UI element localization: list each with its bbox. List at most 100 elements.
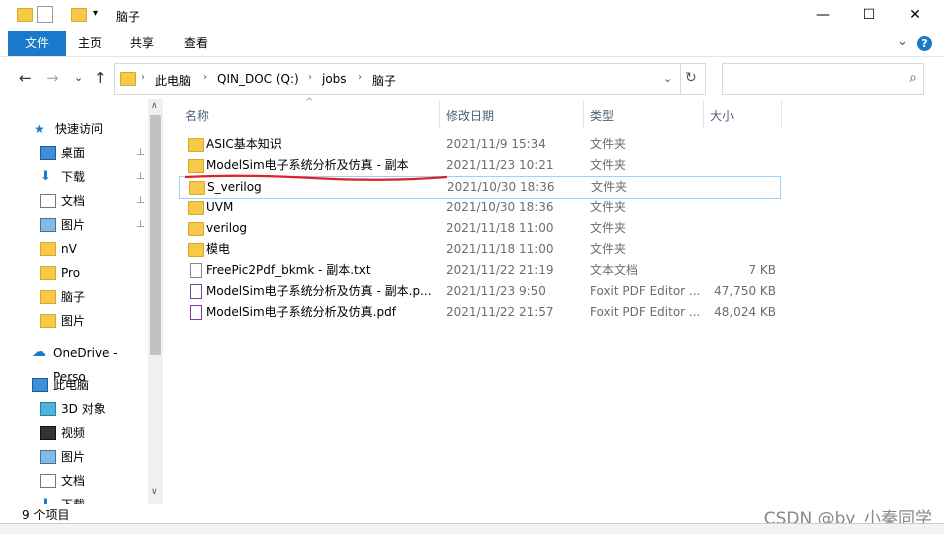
maximize-button[interactable]: ☐ [846,0,892,31]
file-type: 文件夹 [591,180,628,194]
sidebar-item[interactable]: 此电脑 [8,373,148,397]
folder-icon [40,266,56,280]
column-header-date[interactable]: 修改日期 [446,107,494,124]
cloud-icon: ☁ [32,344,46,360]
chevron-right-icon[interactable]: › [358,72,362,83]
breadcrumb-current[interactable]: 脑子 [372,72,396,89]
download-icon: ⬇ [40,493,54,504]
new-folder-icon[interactable] [71,8,87,22]
file-date: 2021/11/9 15:34 [446,137,546,151]
close-button[interactable]: ✕ [892,0,938,31]
sidebar-item[interactable]: 图片 ⊥ [8,213,148,237]
sidebar-item[interactable]: ⬇ 下载 ⊥ [8,165,148,189]
scroll-up-icon[interactable]: ∧ [151,101,158,111]
document-icon [40,474,56,488]
pin-icon[interactable]: ⊥ [136,213,145,237]
title-bar: ▾ 脑子 — ☐ ✕ [0,0,944,31]
refresh-button[interactable]: ↻ [679,63,706,95]
sidebar-item[interactable]: ☁ OneDrive - Perso [8,341,148,384]
search-input[interactable]: ⌕ [722,63,924,95]
sidebar-item[interactable]: 视频 [8,421,148,445]
file-name: ModelSim电子系统分析及仿真.pdf [206,305,396,319]
pin-icon[interactable]: ⊥ [136,141,145,165]
tab-file[interactable]: 文件 [8,31,66,56]
sidebar-item[interactable]: ⬇ 下载 [8,493,148,504]
tab-view[interactable]: 查看 [176,31,216,56]
navigation-pane-scrollbar[interactable]: ∧ ∨ [148,99,163,504]
sidebar-item[interactable]: 文档 [8,469,148,493]
file-list: ^ 名称 修改日期 类型 大小 ASIC基本知识 2021/11/9 15:34 文… [163,97,944,504]
table-row[interactable]: verilog 2021/11/18 11:00 文件夹 [179,218,779,239]
column-divider[interactable] [703,101,704,129]
sidebar-item-label: 文档 [61,194,86,208]
table-row[interactable]: ModelSim电子系统分析及仿真.pdf 2021/11/22 21:57 Fox… [179,302,779,323]
sidebar-item[interactable]: nV [8,237,148,261]
table-row[interactable]: 模电 2021/11/18 11:00 文件夹 [179,239,779,260]
chevron-right-icon[interactable]: › [308,72,312,83]
breadcrumb-jobs[interactable]: jobs [322,72,347,86]
table-row[interactable]: FreePic2Pdf_bkmk - 副本.txt 2021/11/22 21:1… [179,260,779,281]
breadcrumb-this-pc[interactable]: 此电脑 [155,72,191,89]
folder-icon [40,290,56,304]
pin-icon[interactable]: ⊥ [136,189,145,213]
tab-home[interactable]: 主页 [70,31,110,56]
sidebar-item-label: 桌面 [61,146,86,160]
scroll-down-icon[interactable]: ∨ [151,487,158,497]
address-dropdown-icon[interactable]: ⌄ [663,72,672,85]
table-row[interactable]: ASIC基本知识 2021/11/9 15:34 文件夹 [179,134,779,155]
address-bar[interactable]: › 此电脑 › QIN_DOC (Q:) › jobs › 脑子 ⌄ [114,63,681,95]
computer-icon [32,378,48,392]
table-row[interactable]: UVM 2021/10/30 18:36 文件夹 [179,197,779,218]
sidebar-item-label: 图片 [61,314,86,328]
expand-ribbon-icon[interactable]: ⌄ [897,34,908,49]
scrollbar-thumb[interactable] [150,115,161,355]
chevron-right-icon[interactable]: › [141,72,145,83]
navigation-bar: ← → ⌄ ↑ › 此电脑 › QIN_DOC (Q:) › jobs › 脑子… [0,57,944,99]
up-button[interactable]: ↑ [94,69,107,87]
recent-locations-button[interactable]: ⌄ [74,71,83,84]
sidebar-item[interactable]: 桌面 ⊥ [8,141,148,165]
sidebar-item[interactable]: ★ 快速访问 [8,117,148,141]
tab-share[interactable]: 共享 [122,31,162,56]
folder-icon [188,243,204,257]
sidebar-item[interactable]: 图片 [8,309,148,333]
folder-icon [188,201,204,215]
sidebar-item[interactable]: 文档 ⊥ [8,189,148,213]
desktop-icon [40,146,56,160]
document-icon [40,194,56,208]
column-divider[interactable] [781,101,782,129]
folder-icon [188,222,204,236]
column-header-type[interactable]: 类型 [590,107,614,124]
folder-icon [17,8,33,22]
annotation-stroke [184,174,448,181]
customize-quick-access-icon[interactable]: ▾ [93,8,98,19]
sidebar-item[interactable]: 图片 [8,445,148,469]
sidebar-item-label: Pro [61,266,81,280]
minimize-button[interactable]: — [800,0,846,31]
sidebar-item[interactable]: 脑子 [8,285,148,309]
file-date: 2021/11/23 9:50 [446,284,546,298]
column-divider[interactable] [583,101,584,129]
sidebar-item-label: 文档 [61,474,86,488]
text-file-icon [190,263,202,278]
file-type: 文件夹 [590,200,627,214]
folder-icon [40,314,56,328]
folder-icon [188,138,204,152]
file-date: 2021/10/30 18:36 [446,200,554,214]
column-divider[interactable] [439,101,440,129]
properties-icon[interactable] [37,6,53,23]
sidebar-item-label: 下载 [61,493,85,504]
help-icon[interactable]: ? [917,36,932,51]
sidebar-item[interactable]: Pro [8,261,148,285]
file-name: 模电 [206,242,231,256]
chevron-right-icon[interactable]: › [203,72,207,83]
sidebar-item[interactable]: 3D 对象 [8,397,148,421]
breadcrumb-drive[interactable]: QIN_DOC (Q:) [217,72,299,86]
table-row[interactable]: ModelSim电子系统分析及仿真 - 副本.p... 2021/11/23 9:… [179,281,779,302]
back-button[interactable]: ← [19,69,32,87]
file-name: ModelSim电子系统分析及仿真 - 副本.p... [206,284,432,298]
forward-button[interactable]: → [46,69,59,87]
column-header-name[interactable]: 名称 [185,107,209,124]
pin-icon[interactable]: ⊥ [136,165,145,189]
column-header-size[interactable]: 大小 [710,107,734,124]
